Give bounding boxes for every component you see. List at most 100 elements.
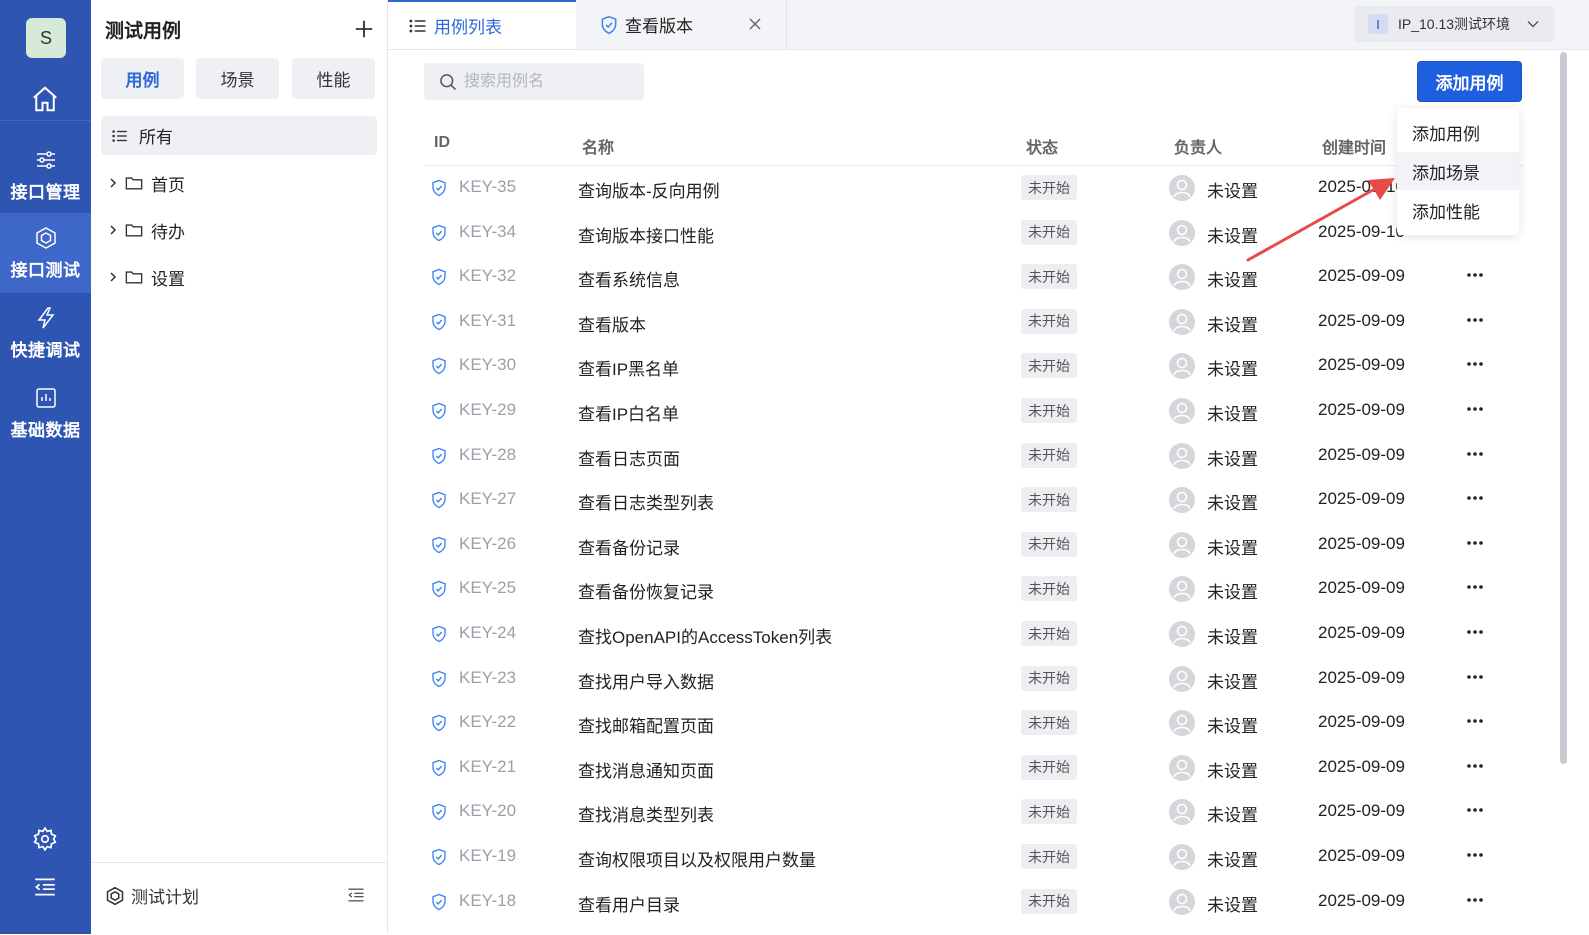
- table-row[interactable]: KEY-32 查看系统信息 未开始 未设置 2025-09-09: [424, 255, 1524, 300]
- table-row[interactable]: KEY-35 查询版本-反向用例 未开始 未设置 2025-09-10: [424, 166, 1524, 211]
- table-row[interactable]: KEY-19 查询权限项目以及权限用户数量 未开始 未设置 2025-09-09: [424, 835, 1524, 880]
- table-row[interactable]: KEY-20 查找消息类型列表 未开始 未设置 2025-09-09: [424, 790, 1524, 835]
- table-row[interactable]: KEY-31 查看版本 未开始 未设置 2025-09-09: [424, 300, 1524, 345]
- shield-check-icon: [432, 714, 446, 732]
- case-id: KEY-23: [459, 667, 517, 687]
- status-badge: 未开始: [1021, 531, 1077, 557]
- case-owner: 未设置: [1207, 583, 1258, 603]
- tab-case-list[interactable]: 用例列表: [388, 0, 576, 49]
- table-row[interactable]: KEY-26 查看备份记录 未开始 未设置 2025-09-09: [424, 523, 1524, 568]
- menu-item-add-scenario[interactable]: 添加场景: [1397, 152, 1519, 190]
- case-name[interactable]: 查看日志类型列表: [578, 489, 714, 514]
- case-name[interactable]: 查看备份记录: [578, 534, 680, 559]
- more-icon[interactable]: [1464, 754, 1488, 778]
- environment-select[interactable]: I IP_10.13测试环境: [1354, 6, 1554, 42]
- table-row[interactable]: KEY-25 查看备份恢复记录 未开始 未设置 2025-09-09: [424, 567, 1524, 612]
- case-name[interactable]: 查询版本接口性能: [578, 222, 714, 247]
- tree-item-label: 所有: [139, 128, 173, 147]
- chevron-right-icon[interactable]: [107, 271, 119, 283]
- status-badge: 未开始: [1021, 308, 1077, 334]
- search-input-wrapper[interactable]: [424, 63, 644, 100]
- case-owner: 未设置: [1207, 895, 1258, 915]
- more-icon[interactable]: [1464, 531, 1488, 555]
- menu-item-add-performance[interactable]: 添加性能: [1397, 191, 1519, 229]
- case-created-date: 2025-09-09: [1318, 712, 1405, 732]
- case-name[interactable]: 查询权限项目以及权限用户数量: [578, 846, 816, 871]
- test-plan-link[interactable]: 测试计划: [105, 883, 199, 908]
- collapse-menu-icon[interactable]: [32, 874, 58, 900]
- avatar: [1169, 398, 1195, 424]
- more-icon[interactable]: [1464, 308, 1488, 332]
- more-icon[interactable]: [1464, 352, 1488, 376]
- more-icon[interactable]: [1464, 397, 1488, 421]
- case-created-date: 2025-09-09: [1318, 578, 1405, 598]
- case-name[interactable]: 查看备份恢复记录: [578, 578, 714, 603]
- more-icon[interactable]: [1464, 263, 1488, 287]
- nav-item-quick-debug[interactable]: 快捷调试: [0, 293, 91, 373]
- table-row[interactable]: KEY-22 查找邮箱配置页面 未开始 未设置 2025-09-09: [424, 701, 1524, 746]
- tab-performance[interactable]: 性能: [292, 58, 375, 99]
- avatar: [1169, 665, 1195, 692]
- nav-item-base-data[interactable]: 基础数据: [0, 373, 91, 453]
- case-name[interactable]: 查询版本-反向用例: [578, 177, 720, 202]
- tab-label: 用例列表: [434, 18, 502, 37]
- scrollbar[interactable]: [1560, 52, 1567, 764]
- table-row[interactable]: KEY-28 查看日志页面 未开始 未设置 2025-09-09: [424, 434, 1524, 479]
- add-case-button[interactable]: 添加用例: [1418, 62, 1521, 101]
- case-name[interactable]: 查看日志页面: [578, 445, 680, 470]
- case-name[interactable]: 查看版本: [578, 311, 646, 336]
- tree-item-settings[interactable]: 设置: [107, 262, 185, 292]
- plus-icon[interactable]: [353, 18, 375, 40]
- tree-item-all[interactable]: 所有: [101, 116, 377, 155]
- user-avatar[interactable]: S: [26, 18, 66, 58]
- table-row[interactable]: KEY-23 查找用户导入数据 未开始 未设置 2025-09-09: [424, 657, 1524, 702]
- case-name[interactable]: 查找用户导入数据: [578, 668, 714, 693]
- more-icon[interactable]: [1464, 709, 1488, 733]
- list-icon: [409, 19, 426, 32]
- more-icon[interactable]: [1464, 843, 1488, 867]
- case-name[interactable]: 查找OpenAPI的AccessToken列表: [578, 623, 832, 648]
- tree-item-home[interactable]: 首页: [107, 168, 185, 198]
- chevron-right-icon[interactable]: [107, 177, 119, 189]
- close-icon[interactable]: [748, 17, 762, 31]
- lightning-icon: [37, 306, 55, 328]
- nav-item-api-testing[interactable]: 接口测试: [0, 213, 91, 293]
- more-icon[interactable]: [1464, 665, 1488, 689]
- test-plan-label: 测试计划: [131, 888, 199, 907]
- table-row[interactable]: KEY-34 查询版本接口性能 未开始 未设置 2025-09-10: [424, 211, 1524, 256]
- more-icon[interactable]: [1464, 486, 1488, 510]
- gear-icon[interactable]: [32, 826, 58, 852]
- table-row[interactable]: KEY-24 查找OpenAPI的AccessToken列表 未开始 未设置 2025-…: [424, 612, 1524, 657]
- table-row[interactable]: KEY-21 查找消息通知页面 未开始 未设置 2025-09-09: [424, 746, 1524, 791]
- more-icon[interactable]: [1464, 620, 1488, 644]
- env-label: IP_10.13测试环境: [1398, 16, 1511, 32]
- more-icon[interactable]: [1464, 798, 1488, 822]
- tab-scenario[interactable]: 场景: [196, 58, 279, 99]
- table-row[interactable]: KEY-30 查看IP黑名单 未开始 未设置 2025-09-09: [424, 344, 1524, 389]
- case-name[interactable]: 查找消息通知页面: [578, 757, 714, 782]
- table-row[interactable]: KEY-27 查看日志类型列表 未开始 未设置 2025-09-09: [424, 478, 1524, 523]
- collapse-sidebar-icon[interactable]: [346, 885, 366, 905]
- tab-case[interactable]: 用例: [101, 58, 184, 99]
- more-icon[interactable]: [1464, 575, 1488, 599]
- case-owner: 未设置: [1207, 226, 1258, 246]
- tree-item-todo[interactable]: 待办: [107, 215, 185, 245]
- case-name[interactable]: 查找消息类型列表: [578, 801, 714, 826]
- more-icon[interactable]: [1464, 442, 1488, 466]
- case-name[interactable]: 查看IP白名单: [578, 400, 679, 425]
- case-name[interactable]: 查看IP黑名单: [578, 355, 679, 380]
- search-input[interactable]: [462, 71, 636, 92]
- home-icon[interactable]: [30, 84, 60, 114]
- nav-item-api-management[interactable]: 接口管理: [0, 135, 91, 215]
- status-badge: 未开始: [1021, 487, 1077, 513]
- case-name[interactable]: 查看用户目录: [578, 891, 680, 916]
- chevron-right-icon[interactable]: [107, 224, 119, 236]
- tab-label: 查看版本: [625, 17, 693, 36]
- menu-item-add-case[interactable]: 添加用例: [1397, 113, 1519, 151]
- case-name[interactable]: 查看系统信息: [578, 266, 680, 291]
- case-name[interactable]: 查找邮箱配置页面: [578, 712, 714, 737]
- tab-view-version[interactable]: 查看版本: [577, 0, 787, 49]
- more-icon[interactable]: [1464, 888, 1488, 912]
- table-row[interactable]: KEY-18 查看用户目录 未开始 未设置 2025-09-09: [424, 880, 1524, 925]
- table-row[interactable]: KEY-29 查看IP白名单 未开始 未设置 2025-09-09: [424, 389, 1524, 434]
